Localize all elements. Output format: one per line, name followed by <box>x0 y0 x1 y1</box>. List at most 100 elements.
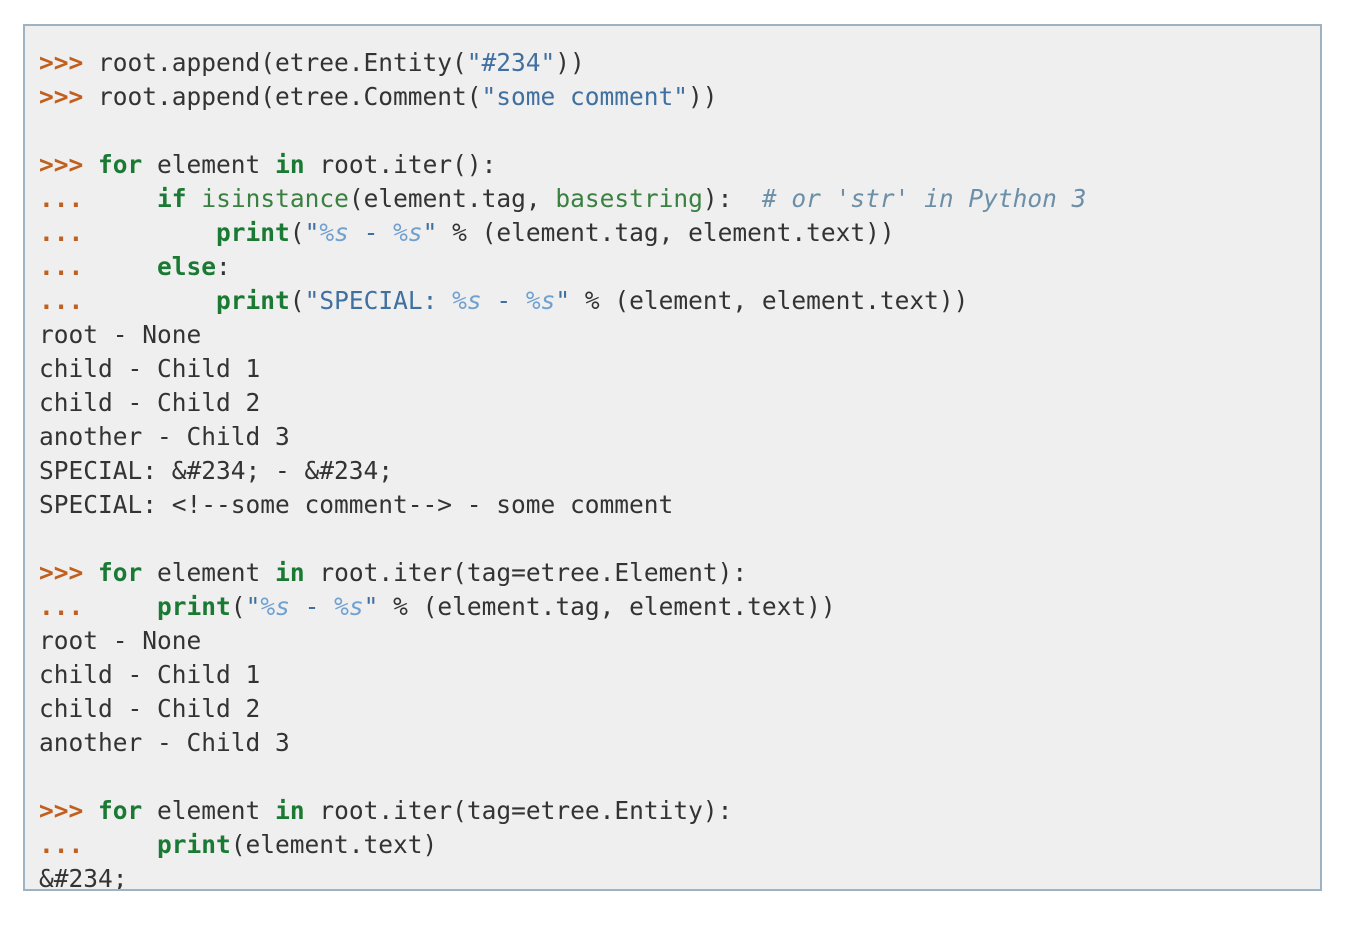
code-token: root.append(etree.Comment( <box>83 82 482 111</box>
code-token: root.append(etree.Entity( <box>83 48 467 77</box>
code-token: %s <box>319 218 349 247</box>
code-token: " <box>304 218 320 247</box>
code-token: ... <box>39 252 84 281</box>
code-token: % (element.tag, element.text)) <box>437 218 895 247</box>
code-token: element <box>142 796 276 825</box>
code-token: another - Child 3 <box>39 728 290 757</box>
code-line-output: another - Child 3 <box>39 726 1320 760</box>
code-line-output: root - None <box>39 318 1320 352</box>
code-line-output: child - Child 1 <box>39 658 1320 692</box>
code-token: child - Child 1 <box>39 660 261 689</box>
code-lines: >>> root.append(etree.Entity("#234")) >>>… <box>25 46 1320 891</box>
code-line-output: SPECIAL: &#234; - &#234; <box>39 454 1320 488</box>
code-token: child - Child 1 <box>39 354 261 383</box>
code-line-input: >>> for element in root.iter(tag=etree.E… <box>39 556 1320 590</box>
code-token: >>> <box>39 150 84 179</box>
code-token: % (element.tag, element.text)) <box>378 592 836 621</box>
code-token: print <box>216 286 290 315</box>
code-token: in <box>275 796 305 825</box>
code-line-input: >>> root.append(etree.Entity("#234")) <box>39 46 1320 80</box>
code-line-output: child - Child 2 <box>39 692 1320 726</box>
code-token: root.iter(tag=etree.Entity): <box>304 796 733 825</box>
code-token: SPECIAL: &#234; - &#234; <box>39 456 394 485</box>
code-token: >>> <box>39 796 84 825</box>
code-token: basestring <box>555 184 703 213</box>
code-line-continuation: ... print(element.text) <box>39 828 1320 862</box>
code-token: )) <box>688 82 718 111</box>
code-line-output: SPECIAL: <!--some comment--> - some comm… <box>39 488 1320 522</box>
code-token: if <box>157 184 187 213</box>
code-token: for <box>98 150 143 179</box>
code-token: %s <box>393 218 423 247</box>
code-token: (element.text) <box>230 830 438 859</box>
code-token: another - Child 3 <box>39 422 290 451</box>
code-token: for <box>98 796 143 825</box>
code-token: print <box>157 830 231 859</box>
code-line-continuation: ... print("%s - %s" % (element.tag, elem… <box>39 216 1320 250</box>
code-line-continuation: ... print("SPECIAL: %s - %s" % (element,… <box>39 284 1320 318</box>
code-token: isinstance <box>201 184 349 213</box>
code-token: " <box>555 286 571 315</box>
code-token: )) <box>555 48 585 77</box>
code-token: ... <box>39 218 84 247</box>
code-token: >>> <box>39 558 84 587</box>
page-root: >>> root.append(etree.Entity("#234")) >>>… <box>0 0 1368 940</box>
code-line-input: >>> root.append(etree.Comment("some comm… <box>39 80 1320 114</box>
code-token: "SPECIAL: <box>304 286 453 315</box>
code-token: %s <box>525 286 556 315</box>
code-token: ... <box>39 830 84 859</box>
code-token: in <box>275 558 305 587</box>
code-line-continuation: ... else: <box>39 250 1320 284</box>
code-token: % (element, element.text)) <box>570 286 969 315</box>
code-token: : <box>216 252 231 281</box>
code-line-output: &#234; <box>39 862 1320 891</box>
code-token: ): <box>702 184 762 213</box>
code-line-input: >>> for element in root.iter(tag=etree.E… <box>39 794 1320 828</box>
code-token: print <box>157 592 231 621</box>
code-token: root.iter(): <box>304 150 497 179</box>
code-line-output: child - Child 1 <box>39 352 1320 386</box>
code-token: ... <box>39 184 84 213</box>
code-token: ( <box>230 592 246 621</box>
code-token: else <box>157 252 217 281</box>
code-token: print <box>216 218 290 247</box>
code-token: child - Child 2 <box>39 388 261 417</box>
code-token: ( <box>289 218 305 247</box>
code-token: ... <box>39 286 84 315</box>
code-token: %s <box>260 592 290 621</box>
code-token: >>> <box>39 82 84 111</box>
code-token: ( <box>289 286 305 315</box>
code-token: "#234" <box>466 48 556 77</box>
code-block: >>> root.append(etree.Entity("#234")) >>>… <box>23 24 1322 891</box>
code-token: SPECIAL: <!--some comment--> - some comm… <box>39 490 674 519</box>
code-token: child - Child 2 <box>39 694 261 723</box>
code-token: (element.tag, <box>348 184 556 213</box>
code-line-continuation: ... print("%s - %s" % (element.tag, elem… <box>39 590 1320 624</box>
code-token: root - None <box>39 320 202 349</box>
code-token: - <box>481 286 526 315</box>
code-line-output: another - Child 3 <box>39 420 1320 454</box>
code-line-output: root - None <box>39 624 1320 658</box>
code-line-input: >>> for element in root.iter(): <box>39 148 1320 182</box>
code-token: # or 'str' in Python 3 <box>761 184 1087 213</box>
code-token: %s <box>452 286 482 315</box>
code-token: in <box>275 150 305 179</box>
code-token: element <box>142 150 276 179</box>
code-token: ... <box>39 592 84 621</box>
code-token: &#234; <box>39 864 128 891</box>
code-token: %s <box>334 592 364 621</box>
code-token: >>> <box>39 48 84 77</box>
